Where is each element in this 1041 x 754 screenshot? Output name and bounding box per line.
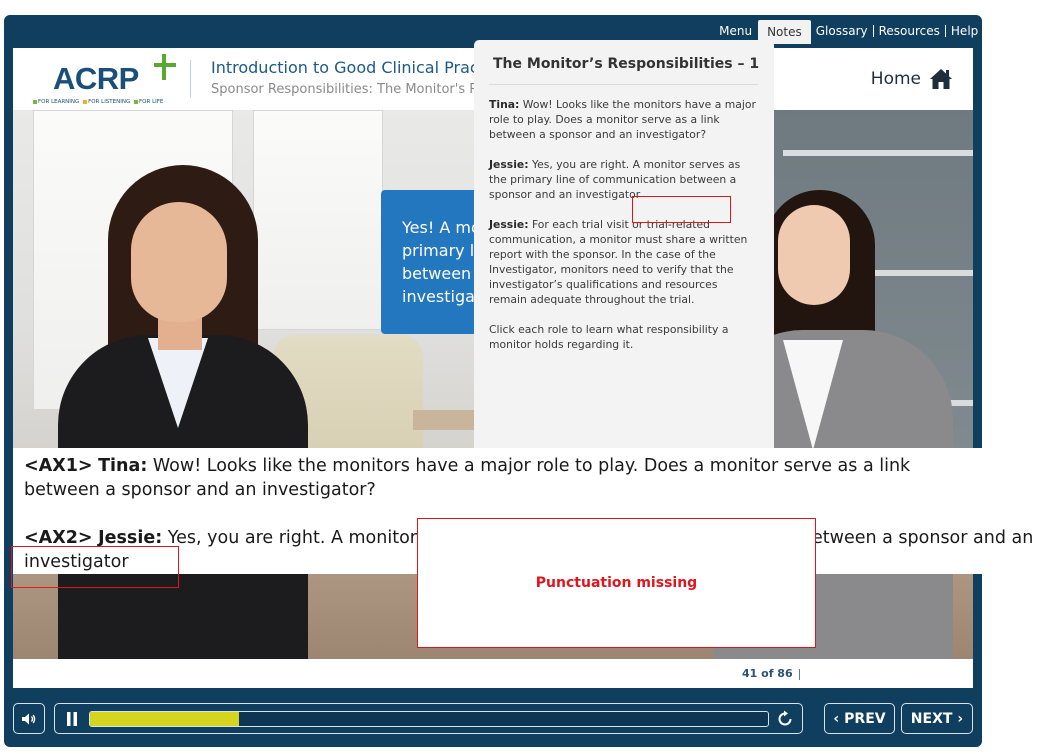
logo-cross-bar [154,63,176,67]
logo-tagline: FOR LEARNING FOR LISTENING FOR LIFE [31,99,163,105]
status-bar: 41 of 86 [13,659,973,688]
caption-tag: <AX1> [24,456,93,476]
tagline-bullet [83,99,88,104]
player-controls: ‹ PREV NEXT › [13,703,973,734]
progress-fill [90,712,240,726]
pause-icon[interactable] [65,711,79,727]
prev-button[interactable]: ‹ PREV [824,703,895,734]
tagline-bullet [33,99,37,104]
course-subtitle: Sponsor Responsibilities: The Monitor's … [211,82,479,97]
caption-speaker: Tina: [98,456,148,476]
character-tina-face [131,202,227,322]
nav-exit[interactable]: Exit [984,24,1017,38]
notes-paragraph: Jessie: For each trial visit or trial-re… [489,217,758,307]
page-counter: 41 of 86 [742,667,793,680]
prev-label: PREV [844,710,886,727]
tagline-life: FOR LIFE [139,99,164,105]
notes-title: The Monitor’s Responsibilities – 1 [489,56,759,85]
top-nav: Menu Notes Glossary Resources Help Exit [714,20,1017,44]
tagline-learning: FOR LEARNING [38,99,80,105]
caption-body-end: etween a sponsor and an [812,528,1034,548]
background-window [253,110,383,330]
caption-body: Yes, you are right. A monitor [162,528,417,548]
chevron-right-icon: › [957,710,964,727]
logo-cross-icon [162,54,166,80]
header-divider [190,60,191,98]
note-speaker: Jessie: [489,218,529,231]
progress-bar[interactable] [89,711,769,727]
note-text: Click each role to learn what responsibi… [489,323,729,351]
notes-paragraph: Click each role to learn what responsibi… [489,322,758,352]
speaker-icon [22,713,36,724]
tagline-bullet [134,99,138,104]
nav-resources[interactable]: Resources [874,24,945,38]
note-speaker: Tina: [489,98,520,111]
chevron-left-icon: ‹ [833,710,840,727]
character-jessie-face [778,205,850,305]
caption-speaker: Jessie: [98,528,163,548]
acrp-logo: ACRP FOR LEARNING FOR LISTENING FOR LIFE [31,54,189,106]
annotation-label: Punctuation missing [535,575,698,591]
media-player [54,703,803,734]
home-button[interactable]: Home [871,68,953,90]
error-highlight-caption [11,546,179,588]
replay-icon[interactable] [776,710,794,728]
annotation-callout: Punctuation missing [417,518,816,648]
caption-body: Wow! Looks like the monitors have a majo… [24,456,911,500]
background-shelf [783,150,973,156]
note-text: Wow! Looks like the monitors have a majo… [489,98,756,141]
nav-glossary[interactable]: Glossary [811,24,873,38]
caption-tag: <AX2> [24,528,93,548]
nav-menu[interactable]: Menu [714,24,757,38]
logo-wordmark: ACRP [53,61,139,96]
error-highlight-notes [632,196,731,223]
counter-separator [799,669,800,680]
note-text: For each trial visit or trial-related co… [489,218,748,306]
tagline-listening: FOR LISTENING [88,99,131,105]
audio-button[interactable] [13,703,45,734]
course-title: Introduction to Good Clinical Practi [211,58,490,77]
note-speaker: Jessie: [489,158,529,171]
caption-line: <AX1> Tina: Wow! Looks like the monitors… [24,454,983,502]
next-button[interactable]: NEXT › [901,703,973,734]
next-label: NEXT [910,710,953,727]
notes-panel: The Monitor’s Responsibilities – 1 Tina:… [474,40,774,448]
nav-help[interactable]: Help [946,24,983,38]
home-label: Home [870,69,921,89]
home-icon [930,69,952,89]
notes-paragraph: Tina: Wow! Looks like the monitors have … [489,97,758,142]
